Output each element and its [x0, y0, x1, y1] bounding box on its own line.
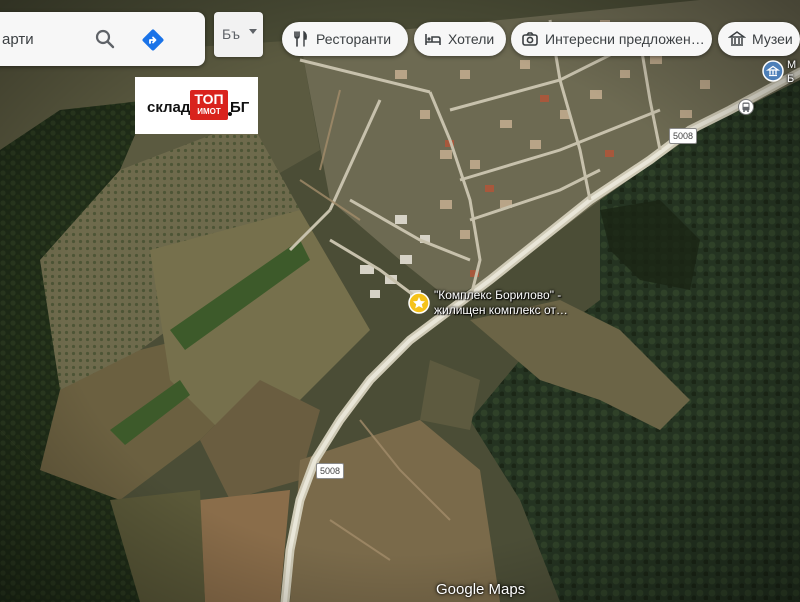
- place-label-line2: жилищен комплекс от…: [434, 303, 568, 317]
- satellite-imagery[interactable]: [0, 0, 800, 602]
- chevron-down-icon: [249, 29, 257, 34]
- chip-hotels[interactable]: Хотели: [414, 22, 506, 56]
- road-number-badge: 5008: [669, 128, 698, 144]
- bus-stop-icon[interactable]: [738, 99, 754, 115]
- museum-pin-icon[interactable]: [762, 60, 784, 82]
- chip-restaurants-label: Ресторанти: [316, 31, 392, 47]
- museum-pin-label: М Б: [787, 58, 796, 86]
- chip-museums[interactable]: Музеи: [718, 22, 800, 56]
- logo-red-box: ТОП ИМОТ: [190, 90, 228, 120]
- chip-museums-label: Музеи: [752, 31, 793, 47]
- chip-things-to-do-label: Интересни предложен…: [545, 31, 705, 47]
- logo-word-right: БГ: [230, 99, 250, 116]
- chip-hotels-label: Хотели: [448, 31, 495, 47]
- bed-icon: [424, 30, 442, 48]
- language-label: Бъ: [222, 26, 240, 42]
- camera-icon: [521, 30, 539, 48]
- search-box[interactable]: [0, 12, 205, 66]
- logo-red-top: ТОП: [194, 91, 224, 107]
- place-label-line1: "Комплекс Борилово" -: [434, 288, 562, 302]
- museum-icon: [727, 30, 747, 48]
- logo-red-bottom: ИМОТ: [197, 107, 221, 116]
- google-maps-logo: Google Maps: [436, 581, 526, 598]
- watermark-logo: склад ТОП ИМОТ БГ: [135, 77, 258, 134]
- museum-pin-label-line1: М: [787, 59, 797, 71]
- logo-word-left: склад: [147, 99, 191, 116]
- road-number-badge: 5008: [316, 463, 345, 479]
- place-label[interactable]: "Комплекс Борилово" - жилищен комплекс о…: [434, 288, 568, 318]
- star-marker-icon[interactable]: [408, 292, 430, 314]
- museum-pin-label-line2: Б: [787, 73, 795, 85]
- chip-restaurants[interactable]: Ресторанти: [282, 22, 408, 56]
- directions-icon[interactable]: [141, 28, 165, 52]
- chip-things-to-do[interactable]: Интересни предложен…: [511, 22, 712, 56]
- search-input[interactable]: [2, 26, 92, 52]
- search-icon[interactable]: [94, 28, 116, 50]
- language-selector[interactable]: Бъ: [214, 12, 263, 57]
- map-view[interactable]: Бъ Ресторанти Хотели Интересни предложен…: [0, 0, 800, 602]
- fork-knife-icon: [292, 30, 310, 48]
